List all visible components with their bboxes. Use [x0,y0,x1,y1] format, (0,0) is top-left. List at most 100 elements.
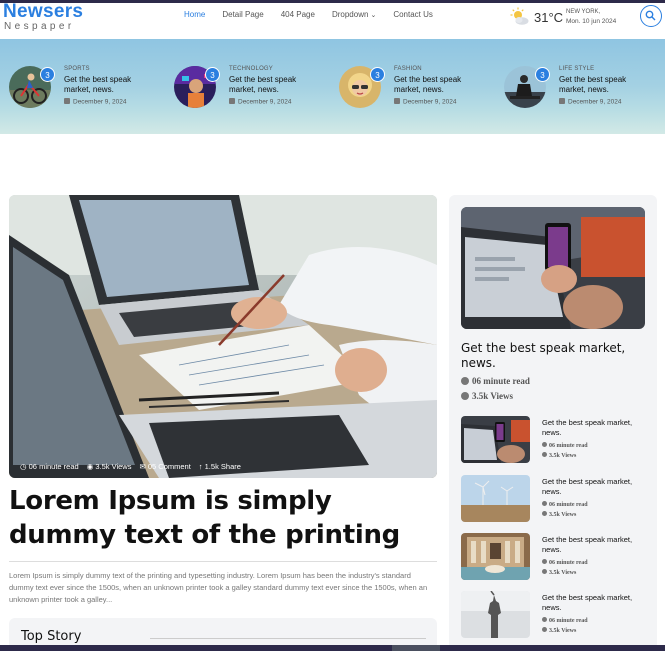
sidebar-feature-views: 3.5k Views [461,391,513,401]
views-text: 3.5k Views [549,512,577,518]
calendar-icon [394,98,400,104]
calendar-icon [559,98,565,104]
logo-main-text: Newsers [3,1,84,22]
count-badge: 3 [370,67,385,82]
clock-icon: ◷ [20,462,27,471]
bottom-bar-segment [392,645,440,651]
share-arrow-icon: ↑ [198,462,203,471]
views-text: 3.5k Views [549,453,577,459]
weather-widget: 31°C NEW YORK, Mon. 10 jun 2024 [508,5,638,33]
eye-icon [542,511,547,516]
sidebar-list-item[interactable]: Get the best speak market, news. 06 minu… [461,475,651,523]
nav-item-contact-us[interactable]: Contact Us [393,10,433,19]
sidebar-item-read: 06 minute read [542,617,588,624]
date-text: December 9, 2024 [73,98,127,106]
comments-text: 05 Comment [147,462,191,471]
article-thumbnail[interactable] [461,533,530,580]
category-label[interactable]: LIFE STYLE [559,66,649,72]
views-text: 3.5k Views [549,628,577,634]
read-time: ◷ 06 minute read [20,462,79,471]
category-card-lifestyle[interactable]: 3 LIFE STYLE Get the best speak market, … [504,66,664,116]
nav-dropdown-label: Dropdown [331,10,369,19]
sidebar-feature-read: 06 minute read [461,376,530,386]
sidebar-item-title[interactable]: Get the best speak market, news. [542,535,650,555]
clock-icon [542,559,547,564]
comments-count[interactable]: ✉ 05 Comment [139,462,190,471]
category-label[interactable]: FASHION [394,66,484,72]
sidebar-item-title[interactable]: Get the best speak market, news. [542,418,650,438]
search-button[interactable] [640,5,662,27]
clock-icon [542,617,547,622]
category-date: December 9, 2024 [229,98,319,106]
read-time-text: 06 minute read [549,443,588,449]
category-date: December 9, 2024 [64,98,154,106]
sidebar-feature-image[interactable] [461,207,645,329]
read-time-text: 06 minute read [549,560,588,566]
article-headline[interactable]: Lorem Ipsum is simply dummy text of the … [9,484,437,552]
eye-icon [542,569,547,574]
category-title[interactable]: Get the best speak market, news. [229,75,319,95]
site-header: Newsers Nespaper Home Detail Page 404 Pa… [0,2,665,39]
eye-icon [542,627,547,632]
article-thumbnail[interactable] [461,416,530,463]
category-date: December 9, 2024 [394,98,484,106]
weather-date: Mon. 10 jun 2024 [566,18,617,25]
sidebar-list-item[interactable]: Get the best speak market, news. 06 minu… [461,533,651,581]
calendar-icon [64,98,70,104]
category-label[interactable]: TECHNOLOGY [229,66,319,72]
sidebar-item-read: 06 minute read [542,559,588,566]
sidebar-item-title[interactable]: Get the best speak market, news. [542,477,650,497]
sun-cloud-icon [510,7,529,25]
sidebar-feature-title[interactable]: Get the best speak market, news. [461,341,645,371]
logo-sub-text: Nespaper [4,21,75,32]
divider [9,561,437,562]
article-thumbnail[interactable] [461,591,530,638]
views-text: 3.5k Views [549,570,577,576]
sidebar-item-views: 3.5k Views [542,627,576,634]
nav-item-detail-page[interactable]: Detail Page [222,10,263,19]
site-logo[interactable]: Newsers Nespaper [3,2,83,32]
date-text: December 9, 2024 [238,98,292,106]
clock-icon [542,442,547,447]
read-time-text: 06 minute read [549,502,588,508]
category-title[interactable]: Get the best speak market, news. [559,75,649,95]
article-meta: ◷ 06 minute read ◉ 3.5k Views ✉ 05 Comme… [20,462,241,471]
nav-item-404-page[interactable]: 404 Page [281,10,315,19]
category-title[interactable]: Get the best speak market, news. [394,75,484,95]
temperature: 31°C [534,10,564,25]
top-story-heading: Top Story [21,629,82,644]
category-card-sports[interactable]: 3 SPORTS Get the best speak market, news… [9,66,169,116]
eye-icon [461,392,469,400]
clock-icon [461,377,469,385]
weather-city: NEW YORK, [566,9,601,15]
count-badge: 3 [535,67,550,82]
read-time-text: 06 minute read [472,376,530,386]
category-card-fashion[interactable]: 3 FASHION Get the best speak market, new… [339,66,499,116]
share-count[interactable]: ↑ 1.5k Share [199,462,241,471]
clock-icon [542,501,547,506]
category-highlights: 3 SPORTS Get the best speak market, news… [0,39,665,134]
nav-item-home[interactable]: Home [184,10,205,19]
date-text: December 9, 2024 [403,98,457,106]
views-text: 3.5k Views [95,462,132,471]
sidebar-list-item[interactable]: Get the best speak market, news. 06 minu… [461,416,651,464]
eye-icon [542,452,547,457]
search-icon [645,10,656,21]
category-label[interactable]: SPORTS [64,66,154,72]
article-thumbnail[interactable] [461,475,530,522]
views-text: 3.5k Views [472,391,514,401]
bottom-bar [0,645,665,651]
chevron-down-icon: ⌄ [370,12,377,19]
article-summary: Lorem Ipsum is simply dummy text of the … [9,571,428,604]
category-card-technology[interactable]: 3 TECHNOLOGY Get the best speak market, … [174,66,334,116]
count-badge: 3 [205,67,220,82]
sidebar-item-read: 06 minute read [542,442,588,449]
comment-icon: ✉ [139,462,146,471]
sidebar-item-title[interactable]: Get the best speak market, news. [542,593,650,613]
featured-article-image[interactable] [9,195,437,478]
nav-item-dropdown[interactable]: Dropdown ⌄ [332,10,376,19]
sidebar-list-item[interactable]: Get the best speak market, news. 06 minu… [461,591,651,639]
category-title[interactable]: Get the best speak market, news. [64,75,154,95]
read-time-text: 06 minute read [549,618,588,624]
category-date: December 9, 2024 [559,98,649,106]
